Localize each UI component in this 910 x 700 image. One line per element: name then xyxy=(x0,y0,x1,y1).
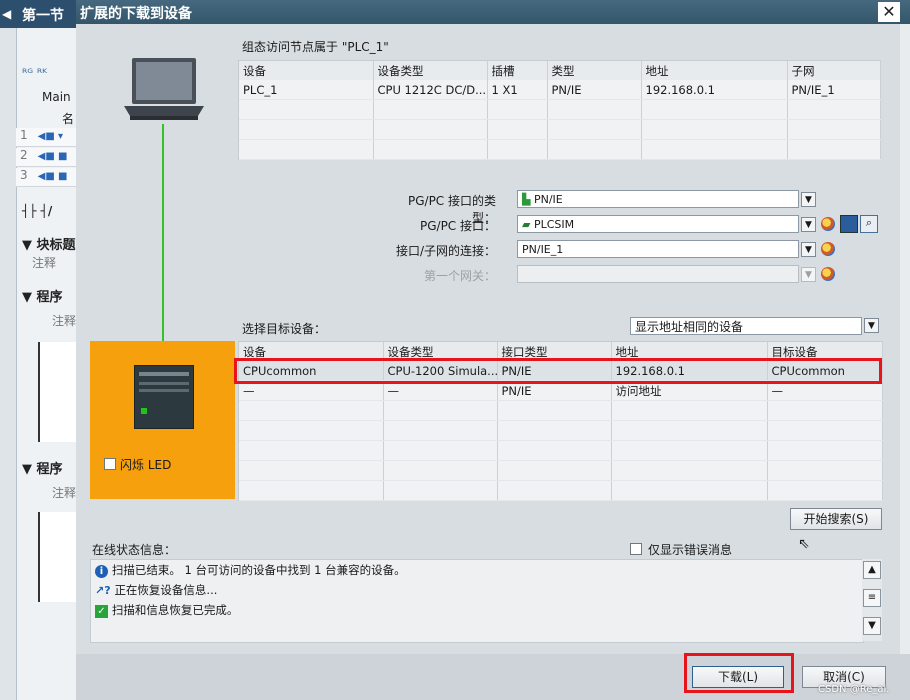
background-title: 第一节 xyxy=(22,8,64,24)
table-cell: CPU 1212C DC/D... xyxy=(373,80,488,100)
gateway-select[interactable] xyxy=(517,265,799,283)
column-header: 设备 xyxy=(239,61,374,80)
start-search-button[interactable]: 开始搜索(S) xyxy=(790,508,882,530)
column-header: 子网 xyxy=(787,61,881,80)
download-highlight xyxy=(684,653,794,693)
flash-led-label: 闪烁 LED xyxy=(120,458,172,472)
background-main-label: Main xyxy=(42,90,71,104)
background-titlebar: ◀ 第一节 xyxy=(0,0,76,28)
chevron-down-icon[interactable]: ▼ xyxy=(801,217,816,232)
background-ladder-toolbar[interactable]: ┤├ ┤/ xyxy=(22,204,52,218)
status-message-list: i 扫描已结束。 1 台可访问的设备中找到 1 台兼容的设备。 ↗? 正在恢复设… xyxy=(90,559,864,643)
online-status-label: 在线状态信息： xyxy=(92,543,177,557)
config-title: 组态访问节点属于 "PLC_1" xyxy=(242,40,389,54)
table-row[interactable]: PLC_1 CPU 1212C DC/D... 1 X1 PN/IE 192.1… xyxy=(239,80,881,100)
adapter-icon: ▰ xyxy=(522,218,531,231)
column-header: 插槽 xyxy=(487,61,548,80)
table-cell: PN/IE_1 xyxy=(787,80,881,100)
chevron-down-icon[interactable]: ▼ xyxy=(801,267,816,282)
only-errors-label: 仅显示错误消息 xyxy=(648,543,733,557)
scroll-thumb[interactable]: ≡ xyxy=(863,589,881,607)
chevron-down-icon[interactable]: ▼ xyxy=(801,192,816,207)
shield-icon[interactable] xyxy=(821,217,835,231)
close-button[interactable]: ✕ xyxy=(878,2,900,22)
watermark: CSDN @Re_ai. xyxy=(818,684,890,695)
left-arrow-icon[interactable]: ◀ xyxy=(2,7,11,21)
table-cell: 192.168.0.1 xyxy=(641,80,788,100)
config-table-container: 设备 设备类型 插槽 类型 地址 子网 PLC_1 CPU 1212C DC/D… xyxy=(238,60,881,160)
table-cell: PN/IE xyxy=(547,80,642,100)
pgpc-interface-select[interactable]: ▰ PLCSIM xyxy=(517,215,799,233)
select-target-label: 选择目标设备： xyxy=(242,322,327,336)
connection-line xyxy=(162,124,164,342)
list-item: i 扫描已结束。 1 台可访问的设备中找到 1 台兼容的设备。 xyxy=(91,560,863,580)
background-ladder-rung xyxy=(38,512,78,602)
chevron-down-icon[interactable]: ▼ xyxy=(801,242,816,257)
background-comment: 注释 xyxy=(32,256,57,270)
background-editor-window: ◀ 第一节 ᴿᴳ ᴿᴷ Main 名 1 ◀■ ▾ 2 ◀■ ■ 3 ◀■ ■ ┤├ … xyxy=(0,0,78,700)
dialog-scrollbar[interactable] xyxy=(900,24,910,654)
extended-download-dialog: 扩展的下载到设备 ✕ 组态访问节点属于 "PLC_1" 设备 设备类型 插槽 类… xyxy=(76,0,910,700)
dialog-title: 扩展的下载到设备 xyxy=(80,6,192,22)
list-item: ↗? 正在恢复设备信息... xyxy=(95,583,218,597)
dialog-titlebar: 扩展的下载到设备 ✕ xyxy=(76,0,910,24)
background-network-title: ▼ 程序 xyxy=(22,290,63,305)
background-ladder-rung xyxy=(38,342,78,442)
diagnostics-icon[interactable]: ⌕ xyxy=(860,215,878,233)
flash-led-checkbox[interactable] xyxy=(104,458,116,470)
info-icon: i xyxy=(95,565,108,578)
shield-icon[interactable] xyxy=(821,267,835,281)
check-icon: ✓ xyxy=(95,605,108,618)
laptop-icon xyxy=(122,56,206,122)
column-header: 类型 xyxy=(547,61,642,80)
gateway-label: 第一个网关： xyxy=(423,269,496,283)
network-icon: ▙ xyxy=(522,193,531,206)
scroll-up-icon[interactable]: ▲ xyxy=(863,561,881,579)
background-toolbar-icons[interactable]: ᴿᴳ ᴿᴷ xyxy=(22,66,47,80)
list-item[interactable]: 3 ◀■ ■ xyxy=(16,168,76,187)
status-scrollbar[interactable]: ▲ ≡ ▼ xyxy=(862,559,882,641)
progress-icon: ↗? xyxy=(95,584,111,597)
column-header: 地址 xyxy=(641,61,788,80)
config-table: 设备 设备类型 插槽 类型 地址 子网 PLC_1 CPU 1212C DC/D… xyxy=(239,61,881,160)
subnet-connection-label: 接口/子网的连接： xyxy=(395,244,496,258)
scroll-down-icon[interactable]: ▼ xyxy=(863,617,881,635)
monitor-icon[interactable] xyxy=(840,215,858,233)
table-cell: PLC_1 xyxy=(239,80,374,100)
only-errors-checkbox[interactable] xyxy=(630,543,642,555)
cursor-icon: ⇖ xyxy=(798,536,810,552)
background-comment: 注释 xyxy=(52,486,77,500)
filter-select[interactable]: 显示地址相同的设备 xyxy=(630,317,862,335)
column-header: 设备类型 xyxy=(373,61,488,80)
background-block-title: ▼ 块标题 xyxy=(22,238,76,253)
subnet-connection-select[interactable]: PN/IE_1 xyxy=(517,240,799,258)
selected-device-highlight xyxy=(234,358,882,384)
background-col-label: 名 xyxy=(62,112,75,126)
list-item[interactable]: 1 ◀■ ▾ xyxy=(16,128,76,147)
plc-device-icon xyxy=(134,365,194,429)
list-item[interactable]: 2 ◀■ ■ xyxy=(16,148,76,167)
pgpc-type-select[interactable]: ▙ PN/IE xyxy=(517,190,799,208)
background-comment: 注释 xyxy=(52,314,77,328)
list-item: ✓ 扫描和信息恢复已完成。 xyxy=(91,600,863,620)
background-network-title: ▼ 程序 xyxy=(22,462,63,477)
table-cell: 1 X1 xyxy=(487,80,548,100)
chevron-down-icon[interactable]: ▼ xyxy=(864,318,879,333)
shield-icon[interactable] xyxy=(821,242,835,256)
pgpc-interface-label: PG/PC 接口： xyxy=(419,219,496,233)
background-left-strip xyxy=(0,28,17,700)
device-panel: 闪烁 LED xyxy=(90,341,235,499)
